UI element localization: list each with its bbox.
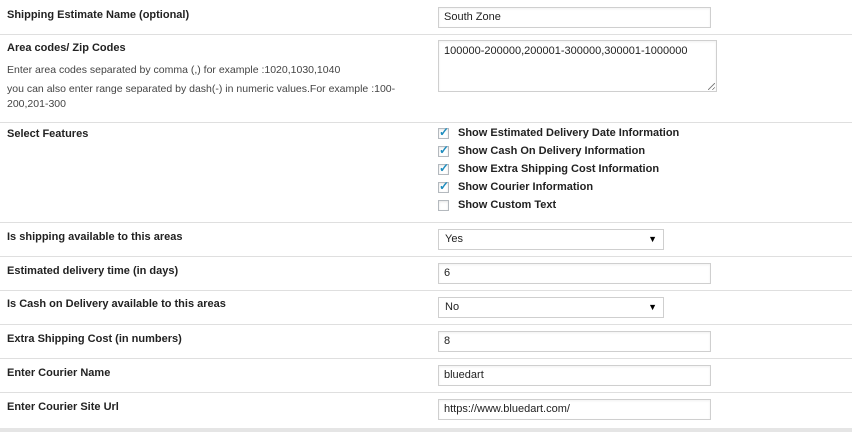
shipping-available-value: Yes bbox=[445, 233, 463, 245]
triangle-down-icon: ▼ bbox=[648, 234, 657, 244]
feature-checkbox[interactable]: ✓ bbox=[438, 179, 450, 193]
zip-codes-help-3: 200,201-300 bbox=[7, 98, 66, 110]
feature-checkbox[interactable]: ✓ bbox=[438, 143, 450, 157]
estimate-name-label: Shipping Estimate Name (optional) bbox=[7, 9, 190, 21]
row-features: Select Features ✓ Show Estimated Deliver… bbox=[0, 123, 852, 223]
courier-url-label: Enter Courier Site Url bbox=[7, 401, 119, 413]
triangle-down-icon: ▼ bbox=[648, 302, 657, 312]
cod-available-label: Is Cash on Delivery available to this ar… bbox=[7, 298, 226, 310]
row-estimate-name: Shipping Estimate Name (optional) South … bbox=[0, 0, 852, 35]
row-courier-name: Enter Courier Name bluedart bbox=[0, 359, 852, 393]
courier-url-input[interactable]: https://www.bluedart.com/ bbox=[438, 399, 711, 420]
row-zip-codes: Area codes/ Zip Codes Enter area codes s… bbox=[0, 35, 852, 123]
extra-cost-input[interactable]: 8 bbox=[438, 331, 711, 352]
zip-codes-label: Area codes/ Zip Codes bbox=[7, 42, 126, 54]
delivery-time-label: Estimated delivery time (in days) bbox=[7, 265, 179, 277]
estimate-name-input[interactable]: South Zone bbox=[438, 7, 711, 28]
courier-name-input[interactable]: bluedart bbox=[438, 365, 711, 386]
feature-checkbox[interactable]: ✓ bbox=[438, 125, 450, 139]
feature-checkbox[interactable] bbox=[438, 200, 449, 211]
delivery-time-input[interactable]: 6 bbox=[438, 263, 711, 284]
feature-option-label: Show Estimated Delivery Date Information bbox=[458, 127, 680, 139]
cod-available-select[interactable]: No ▼ bbox=[438, 297, 664, 318]
feature-option-label: Show Cash On Delivery Information bbox=[458, 145, 646, 157]
row-courier-url: Enter Courier Site Url https://www.blued… bbox=[0, 393, 852, 428]
zip-codes-help-2: you can also enter range separated by da… bbox=[7, 83, 396, 95]
row-extra-cost: Extra Shipping Cost (in numbers) 8 bbox=[0, 325, 852, 359]
page-bottom-strip bbox=[0, 428, 852, 432]
checkmark-icon: ✓ bbox=[439, 125, 450, 139]
row-delivery-time: Estimated delivery time (in days) 6 bbox=[0, 257, 852, 291]
feature-option-label: Show Extra Shipping Cost Information bbox=[458, 163, 660, 175]
feature-option-label: Show Courier Information bbox=[458, 181, 594, 193]
checkmark-icon: ✓ bbox=[439, 161, 450, 175]
checkmark-icon: ✓ bbox=[439, 143, 450, 157]
shipping-available-select[interactable]: Yes ▼ bbox=[438, 229, 664, 250]
shipping-estimate-form: Shipping Estimate Name (optional) South … bbox=[0, 0, 852, 428]
cod-available-value: No bbox=[445, 301, 460, 313]
zip-codes-help-1: Enter area codes separated by comma (,) … bbox=[7, 64, 341, 76]
shipping-available-label: Is shipping available to this areas bbox=[7, 231, 183, 243]
feature-option-label: Show Custom Text bbox=[458, 199, 557, 211]
feature-checkbox[interactable]: ✓ bbox=[438, 161, 450, 175]
features-label: Select Features bbox=[7, 128, 89, 140]
zip-codes-textarea[interactable]: 100000-200000,200001-300000,300001-10000… bbox=[438, 40, 717, 92]
zip-codes-value: 100000-200000,200001-300000,300001-10000… bbox=[444, 45, 688, 57]
row-shipping-available: Is shipping available to this areas Yes … bbox=[0, 223, 852, 257]
resize-grip-icon[interactable] bbox=[708, 83, 715, 90]
checkmark-icon: ✓ bbox=[439, 179, 450, 193]
courier-name-label: Enter Courier Name bbox=[7, 367, 111, 379]
extra-cost-label: Extra Shipping Cost (in numbers) bbox=[7, 333, 182, 345]
row-cod-available: Is Cash on Delivery available to this ar… bbox=[0, 291, 852, 325]
